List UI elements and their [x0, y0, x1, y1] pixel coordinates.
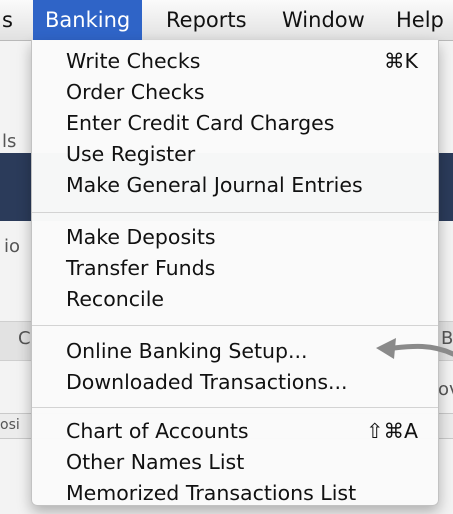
- menu-item-use-register[interactable]: Use Register: [66, 139, 418, 169]
- menu-item-label: Downloaded Transactions...: [66, 370, 348, 394]
- menu-item-label: Use Register: [66, 142, 196, 166]
- background-label-c: C: [18, 328, 31, 349]
- menu-bar: s Banking Reports Window Help: [0, 0, 453, 41]
- menu-item-label: Memorized Transactions List: [66, 481, 357, 505]
- menu-separator: [32, 407, 438, 408]
- menu-item-make-deposits[interactable]: Make Deposits: [66, 222, 418, 252]
- menu-item-chart-of-accounts[interactable]: Chart of Accounts ⇧⌘A: [66, 416, 418, 446]
- menu-bar-partial-item[interactable]: s: [2, 0, 13, 40]
- menu-item-write-checks[interactable]: Write Checks ⌘K: [66, 46, 418, 76]
- menu-reports[interactable]: Reports: [166, 0, 247, 40]
- annotation-arrow-icon: [376, 338, 453, 359]
- menu-item-label: Make General Journal Entries: [66, 173, 363, 197]
- menu-item-make-general-journal-entries[interactable]: Make General Journal Entries: [66, 170, 418, 200]
- menu-item-label: Make Deposits: [66, 225, 216, 249]
- menu-item-label: Chart of Accounts: [66, 419, 249, 443]
- background-label-ov: ov: [438, 379, 453, 400]
- menu-item-label: Enter Credit Card Charges: [66, 111, 335, 135]
- menu-item-order-checks[interactable]: Order Checks: [66, 77, 418, 107]
- menu-item-memorized-transactions-list[interactable]: Memorized Transactions List: [66, 478, 418, 508]
- menu-item-label: Other Names List: [66, 450, 245, 474]
- keyboard-shortcut: ⇧⌘A: [366, 419, 418, 443]
- background-label-osi: osi: [0, 417, 20, 433]
- background-label-ls: ls: [2, 131, 17, 152]
- menu-banking[interactable]: Banking: [33, 0, 143, 40]
- menu-item-other-names-list[interactable]: Other Names List: [66, 447, 418, 477]
- keyboard-shortcut: ⌘K: [384, 49, 418, 73]
- menu-item-label: Transfer Funds: [66, 256, 216, 280]
- menu-item-transfer-funds[interactable]: Transfer Funds: [66, 253, 418, 283]
- menu-separator: [32, 212, 438, 213]
- menu-item-label: Reconcile: [66, 287, 165, 311]
- menu-item-label: Order Checks: [66, 80, 205, 104]
- menu-item-enter-credit-card-charges[interactable]: Enter Credit Card Charges: [66, 108, 418, 138]
- menu-item-label: Write Checks: [66, 49, 201, 73]
- menu-item-downloaded-transactions[interactable]: Downloaded Transactions...: [66, 367, 418, 397]
- background-label-io: io: [4, 236, 21, 257]
- menu-window[interactable]: Window: [282, 0, 365, 40]
- menu-item-reconcile[interactable]: Reconcile: [66, 284, 418, 314]
- banking-dropdown-menu: Write Checks ⌘K Order Checks Enter Credi…: [31, 40, 439, 506]
- menu-separator: [32, 325, 438, 326]
- menu-item-online-banking-setup[interactable]: Online Banking Setup...: [66, 336, 418, 366]
- menu-item-label: Online Banking Setup...: [66, 339, 308, 363]
- menu-help[interactable]: Help: [396, 0, 444, 40]
